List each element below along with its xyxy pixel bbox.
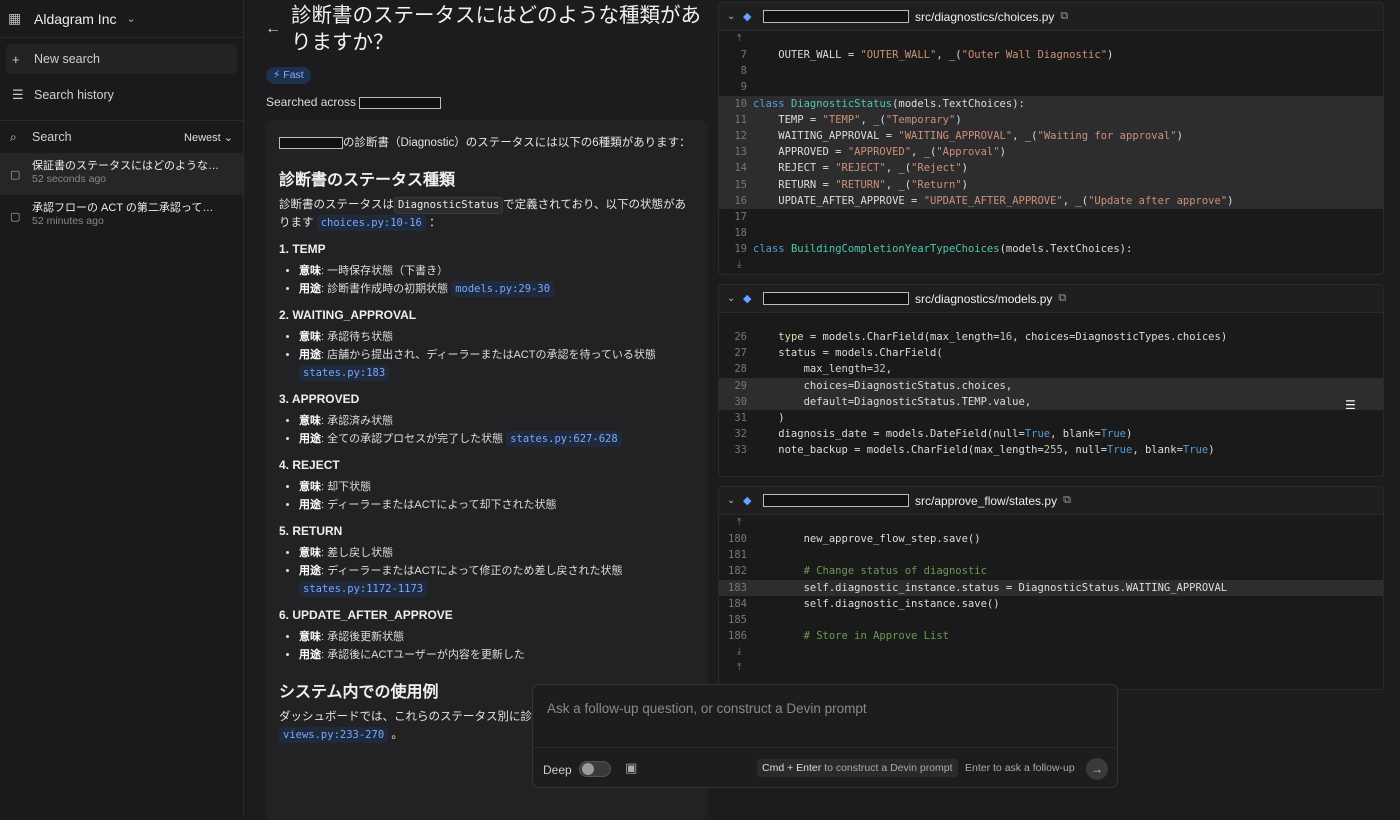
search-icon: ⌕ [10, 129, 17, 144]
new-search-label: New search [34, 52, 100, 66]
status-heading: 6. UPDATE_AFTER_APPROVE [279, 608, 453, 622]
chevron-down-icon[interactable]: ⌄ [727, 11, 743, 22]
code-ref-link[interactable]: states.py:627-628 [506, 431, 622, 447]
expand-up-icon[interactable]: ⤒ [719, 31, 1383, 47]
section-heading: 診断書のステータス種類 [279, 172, 456, 189]
searched-across: Searched across [266, 95, 442, 109]
code-panel: ⌄ ◆ src/diagnostics/models.py ⧉ 26 type … [718, 284, 1384, 477]
code-ref-link[interactable]: states.py:183 [299, 365, 390, 381]
org-switcher[interactable]: ▦ Aldagram Inc ⌄ [0, 0, 243, 38]
expand-up-icon[interactable]: ⤒ [719, 660, 1383, 676]
expand-up-icon[interactable]: ⤒ [719, 515, 1383, 531]
redacted-repo [763, 292, 909, 305]
status-usage: 用途: ディーラーまたはACTによって修正のため差し戻された状態states.p… [299, 562, 694, 598]
search-history-label: Search history [34, 88, 114, 102]
status-heading: 4. REJECT [279, 458, 340, 472]
mode-badge: ⚡ Fast [266, 67, 311, 84]
chevron-down-icon: ⌄ [126, 13, 136, 25]
file-path: src/approve_flow/states.py [915, 493, 1058, 508]
search-history-button[interactable]: ☰ Search history [6, 80, 237, 110]
follow-up-hint: Enter to ask a follow-up [965, 762, 1075, 774]
status-meaning: 意味: 却下状態 [299, 478, 694, 496]
scroll-indicator-icon[interactable]: ☰ [1345, 398, 1359, 412]
history-item[interactable]: ▢ 承認フローの ACT の第二承認って… 52 minutes ago [0, 195, 243, 237]
devin-prompt-hint: Cmd + Enter to construct a Devin prompt [757, 759, 958, 777]
file-path: src/diagnostics/choices.py [915, 9, 1055, 24]
redacted-repo [763, 494, 909, 507]
status-usage: 用途: 承認後にACTユーザーが内容を更新した [299, 646, 694, 664]
status-usage: 用途: 診断書作成時の初期状態 models.py:29-30 [299, 280, 694, 298]
status-heading: 2. WAITING_APPROVAL [279, 308, 417, 322]
status-usage: 用途: ディーラーまたはACTによって却下された状態 [299, 496, 694, 514]
history-item[interactable]: ▢ 保証書のステータスにはどのような… 52 seconds ago [0, 153, 243, 195]
code-ref-link[interactable]: states.py:1172-1173 [299, 581, 428, 597]
deep-toggle[interactable] [579, 761, 611, 777]
redacted-repo [359, 96, 442, 109]
code-ref-link[interactable]: models.py:29-30 [451, 281, 555, 297]
python-icon: ◆ [743, 495, 752, 507]
defined-text: 診断書のステータスは DiagnosticStatus で定義されており、以下の状態… [279, 197, 687, 231]
copy-icon[interactable]: ⧉ [1060, 10, 1068, 23]
history-search-label: Search [32, 130, 72, 144]
follow-up-box: Ask a follow-up question, or construct a… [532, 684, 1118, 788]
expand-up-icon[interactable] [719, 313, 1383, 329]
copy-icon[interactable]: ⧉ [1063, 494, 1071, 507]
status-meaning: 意味: 承認後更新状態 [299, 628, 694, 646]
code-ref-link[interactable]: choices.py:10-16 [316, 215, 426, 231]
document-icon: ▢ [10, 211, 21, 223]
status-meaning: 意味: 一時保存状態（下書き） [299, 262, 694, 280]
status-usage: 用途: 店舗から提出され、ディーラーまたはACTの承認を待っている状態state… [299, 346, 694, 382]
status-usage: 用途: 全ての承認プロセスが完了した状態 states.py:627-628 [299, 430, 694, 448]
list-icon: ☰ [12, 87, 24, 102]
intro-text: の診断書（Diagnostic）のステータスには以下の6種類があります： [279, 134, 694, 152]
python-icon: ◆ [743, 293, 752, 305]
arrow-right-icon[interactable]: → [1086, 758, 1108, 780]
plus-icon: + [12, 51, 20, 67]
copy-icon[interactable]: ⧉ [1058, 292, 1066, 305]
image-icon[interactable]: ▣ [625, 760, 637, 776]
back-arrow-icon[interactable]: ← [265, 20, 281, 38]
page-title: 診断書のステータスにはどのような種類がありますか？ [291, 4, 701, 54]
chevron-down-icon[interactable]: ⌄ [727, 293, 743, 304]
history-search[interactable]: ⌕ Search Newest ⌄ [0, 121, 243, 153]
code-panel-header[interactable]: ⌄ ◆ src/approve_flow/states.py ⧉ [719, 487, 1383, 515]
history-item-time: 52 seconds ago [32, 173, 107, 185]
python-icon: ◆ [743, 11, 752, 23]
history-item-title: 承認フローの ACT の第二承認って… [32, 202, 214, 214]
expand-down-icon[interactable]: ⤓ [719, 644, 1383, 660]
expand-down-icon[interactable]: ⤓ [719, 257, 1383, 273]
history-item-title: 保証書のステータスにはどのような… [32, 160, 219, 172]
sidebar: ▦ Aldagram Inc ⌄ + New search ☰ Search h… [0, 0, 244, 816]
code-panel: ⌄ ◆ src/diagnostics/choices.py ⧉ ⤒ 7 OUT… [718, 2, 1384, 275]
building-icon: ▦ [8, 10, 22, 26]
status-heading: 5. RETURN [279, 524, 343, 538]
sort-dropdown[interactable]: Newest ⌄ [184, 131, 233, 144]
redacted-repo [763, 10, 909, 23]
follow-up-input[interactable]: Ask a follow-up question, or construct a… [547, 701, 867, 716]
document-icon: ▢ [10, 169, 21, 181]
code-panel: ⌄ ◆ src/approve_flow/states.py ⧉ ⤒ 180 n… [718, 486, 1384, 690]
status-meaning: 意味: 承認待ち状態 [299, 328, 694, 346]
new-search-button[interactable]: + New search [6, 44, 237, 74]
code-panel-header[interactable]: ⌄ ◆ src/diagnostics/choices.py ⧉ [719, 3, 1383, 31]
file-path: src/diagnostics/models.py [915, 291, 1053, 306]
status-heading: 1. TEMP [279, 242, 326, 256]
code-panel-header[interactable]: ⌄ ◆ src/diagnostics/models.py ⧉ [719, 285, 1383, 313]
status-meaning: 意味: 差し戻し状態 [299, 544, 694, 562]
status-meaning: 意味: 承認済み状態 [299, 412, 694, 430]
org-name: Aldagram Inc [34, 10, 117, 27]
chevron-down-icon[interactable]: ⌄ [727, 495, 743, 506]
deep-label: Deep [543, 763, 572, 777]
status-heading: 3. APPROVED [279, 392, 360, 406]
code-ref-link[interactable]: views.py:233-270 [279, 727, 389, 743]
history-item-time: 52 minutes ago [32, 215, 104, 227]
